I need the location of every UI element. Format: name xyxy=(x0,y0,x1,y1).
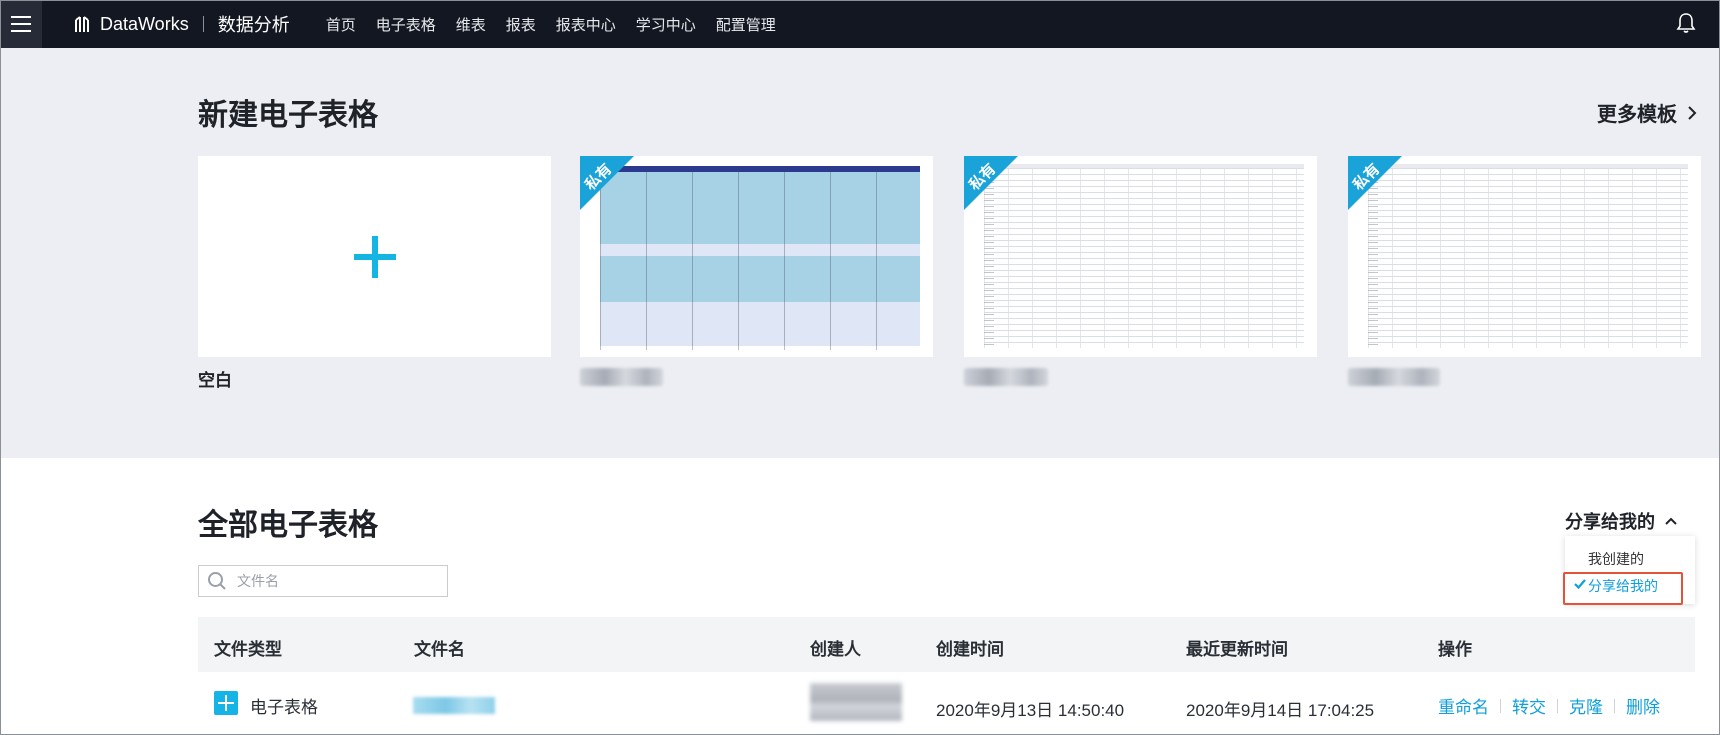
template-name-redacted xyxy=(964,368,1048,386)
action-divider xyxy=(1500,698,1501,713)
top-navigation-bar: DataWorks 数据分析 首页 电子表格 维表 报表 报表中心 学习中心 配… xyxy=(0,0,1720,48)
brand-name: DataWorks xyxy=(100,13,189,34)
file-name-redacted[interactable] xyxy=(413,697,495,714)
table-row[interactable]: 电子表格 2020年9月13日 14:50:40 2020年9月14日 17:0… xyxy=(198,673,1695,735)
delete-link[interactable]: 删除 xyxy=(1626,693,1660,718)
nav-dimension-table[interactable]: 维表 xyxy=(456,14,486,35)
new-spreadsheet-section: 新建电子表格 更多模板 空白 私有 私有 私有 xyxy=(0,48,1720,458)
nav-report-center[interactable]: 报表中心 xyxy=(556,14,616,35)
filter-current-label: 分享给我的 xyxy=(1565,512,1655,532)
filter-option-created-by-me[interactable]: 我创建的 xyxy=(1588,549,1644,569)
template-name-redacted xyxy=(580,368,663,386)
template-thumbnail xyxy=(600,166,920,350)
search-input[interactable] xyxy=(237,573,437,589)
column-header-file-type: 文件类型 xyxy=(214,640,282,659)
more-templates-label: 更多模板 xyxy=(1597,104,1677,126)
table-header: 文件类型 文件名 创建人 创建时间 最近更新时间 操作 xyxy=(198,617,1695,672)
template-card[interactable]: 私有 xyxy=(1348,156,1701,357)
chevron-up-icon xyxy=(1665,517,1677,525)
column-header-updated-time[interactable]: 最近更新时间 xyxy=(1186,635,1288,660)
action-divider xyxy=(1557,698,1558,713)
menu-line xyxy=(11,23,31,25)
menu-line xyxy=(11,30,31,32)
chevron-right-icon xyxy=(1688,105,1697,120)
new-spreadsheet-title: 新建电子表格 xyxy=(198,99,378,132)
file-type: 电子表格 xyxy=(250,698,318,717)
spreadsheet-icon xyxy=(214,691,238,715)
nav-learning-center[interactable]: 学习中心 xyxy=(636,14,696,35)
updated-time: 2020年9月14日 17:04:25 xyxy=(1186,701,1375,720)
column-header-creator: 创建人 xyxy=(810,640,861,659)
nav-home[interactable]: 首页 xyxy=(326,14,356,35)
search-box[interactable] xyxy=(198,565,448,597)
main-nav: 首页 电子表格 维表 报表 报表中心 学习中心 配置管理 xyxy=(326,14,776,35)
thumbnail-grid xyxy=(600,166,920,350)
all-spreadsheets-title: 全部电子表格 xyxy=(198,509,378,542)
search-icon xyxy=(208,572,226,590)
hamburger-menu-button[interactable] xyxy=(0,0,42,48)
thumbnail-grid xyxy=(1368,168,1688,348)
plus-icon xyxy=(353,235,396,278)
selection-highlight-box xyxy=(1563,572,1683,605)
nav-report[interactable]: 报表 xyxy=(506,14,536,35)
product-name: 数据分析 xyxy=(217,15,290,35)
blank-template-label: 空白 xyxy=(198,371,232,390)
column-header-actions: 操作 xyxy=(1438,640,1472,659)
created-time: 2020年9月13日 14:50:40 xyxy=(936,701,1125,720)
template-card[interactable]: 私有 xyxy=(580,156,933,357)
clone-link[interactable]: 克隆 xyxy=(1569,693,1603,718)
filter-dropdown-toggle[interactable]: 分享给我的 xyxy=(1565,508,1677,534)
blank-template-card[interactable] xyxy=(198,156,551,357)
brand-divider xyxy=(202,16,204,32)
nav-config-management[interactable]: 配置管理 xyxy=(716,14,776,35)
thumbnail-grid xyxy=(984,168,1304,348)
transfer-link[interactable]: 转交 xyxy=(1512,693,1546,718)
notification-bell-icon[interactable] xyxy=(1676,12,1696,34)
template-card[interactable]: 私有 xyxy=(964,156,1317,357)
more-templates-link[interactable]: 更多模板 xyxy=(1597,98,1697,127)
action-divider xyxy=(1614,698,1615,713)
nav-spreadsheet[interactable]: 电子表格 xyxy=(376,14,436,35)
template-name-redacted xyxy=(1348,368,1440,386)
row-actions: 重命名 转交 克隆 删除 xyxy=(1438,693,1660,718)
creator-redacted xyxy=(810,683,902,721)
column-header-file-name[interactable]: 文件名 xyxy=(414,635,465,660)
menu-line xyxy=(11,16,31,18)
rename-link[interactable]: 重命名 xyxy=(1438,693,1489,718)
dataworks-logo-icon xyxy=(75,16,89,32)
column-header-created-time[interactable]: 创建时间 xyxy=(936,635,1004,660)
brand[interactable]: DataWorks 数据分析 xyxy=(74,11,290,37)
